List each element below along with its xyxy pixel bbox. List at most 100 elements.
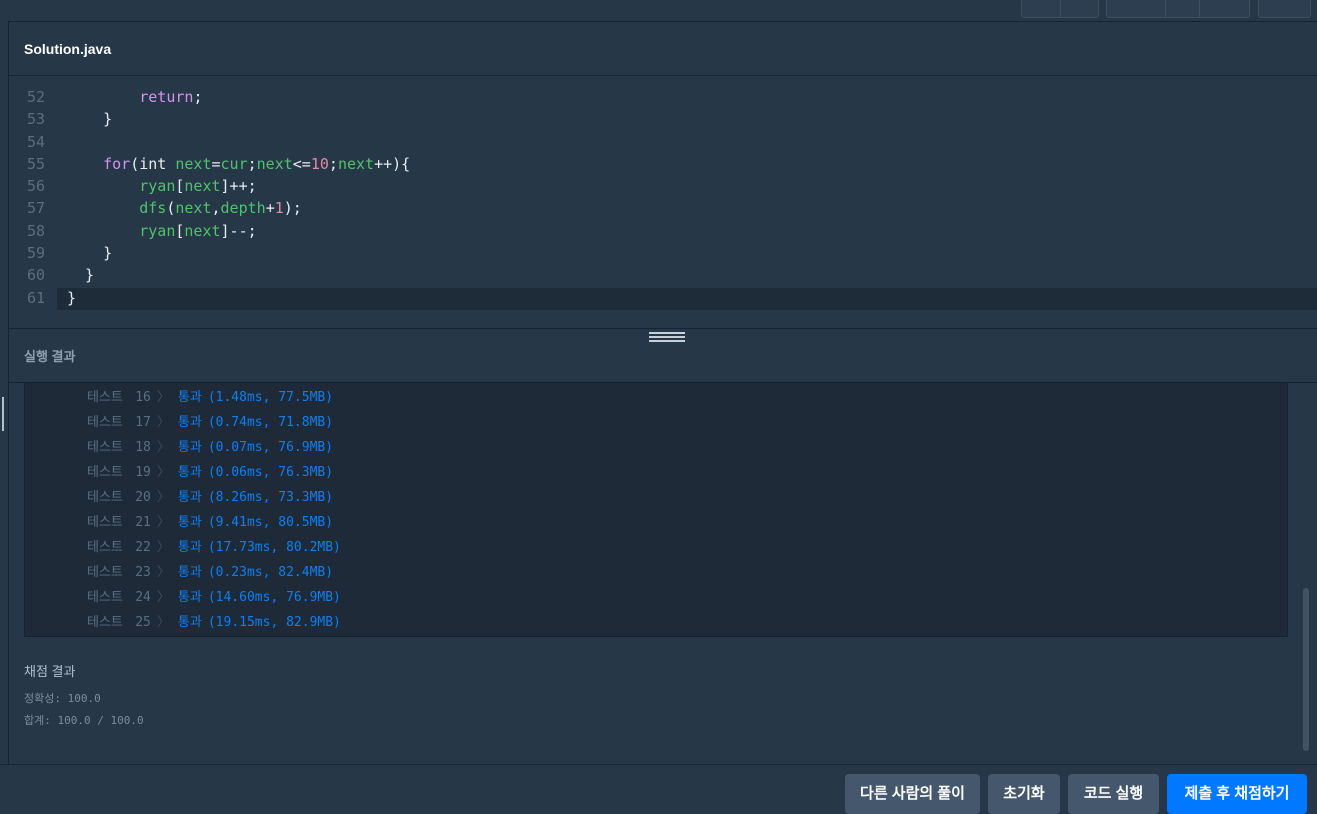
submit-button[interactable]: 제출 후 채점하기 [1167, 774, 1307, 814]
test-number: 25 [135, 615, 151, 630]
code-line[interactable]: 58 ryan[next]--; [9, 220, 257, 242]
chevron-right-icon: 〉 [156, 415, 170, 430]
run-code-button[interactable]: 코드 실행 [1068, 774, 1159, 814]
code-line[interactable]: 57 dfs(next,depth+1); [9, 197, 302, 219]
code-text[interactable]: } [67, 108, 112, 130]
grading-accuracy: 정확성: 100.0 [24, 692, 101, 705]
resize-grip-icon[interactable] [649, 332, 685, 342]
code-line[interactable]: 59 } [9, 242, 112, 264]
line-number: 55 [26, 154, 45, 173]
test-result-row: 테스트 21 〉 통과 (9.41ms, 80.5MB) [87, 510, 333, 535]
code-text[interactable]: dfs(next,depth+1); [67, 197, 302, 219]
test-detail: (0.06ms, 76.3MB) [207, 465, 334, 480]
test-label: 테스트 [87, 440, 123, 455]
test-detail: (8.26ms, 73.3MB) [207, 490, 334, 505]
test-detail: (0.07ms, 76.9MB) [207, 440, 334, 455]
line-number: 60 [26, 266, 45, 285]
test-label: 테스트 [87, 615, 123, 630]
test-result-row: 테스트 23 〉 통과 (0.23ms, 82.4MB) [87, 560, 333, 585]
code-line[interactable]: 55 for(int next=cur;next<=10;next++){ [9, 153, 410, 175]
line-number: 57 [26, 199, 45, 218]
result-title: 실행 결과 [24, 349, 76, 364]
test-status: 통과 [177, 415, 202, 430]
file-name-tab[interactable]: Solution.java [24, 41, 111, 57]
code-line[interactable]: 60 } [9, 264, 94, 286]
line-number: 61 [26, 288, 45, 307]
file-header: Solution.java [9, 22, 1317, 76]
test-number: 19 [135, 465, 151, 480]
top-toolbar [0, 0, 1317, 22]
test-result-row: 테스트 20 〉 통과 (8.26ms, 73.3MB) [87, 485, 333, 510]
result-panel: 테스트 16 〉 통과 (1.48ms, 77.5MB) 테스트 17 〉 통과 (0.74ms,… [9, 383, 1317, 764]
code-text[interactable]: } [67, 242, 112, 264]
test-number: 20 [135, 490, 151, 505]
test-label: 테스트 [87, 415, 123, 430]
line-number: 53 [26, 110, 45, 129]
code-text[interactable]: } [67, 287, 76, 309]
code-text[interactable]: for(int next=cur;next<=10;next++){ [67, 153, 410, 175]
test-number: 23 [135, 565, 151, 580]
code-line[interactable]: 56 ryan[next]++; [9, 175, 257, 197]
line-number: 54 [26, 132, 45, 151]
chevron-right-icon: 〉 [156, 440, 170, 455]
test-detail: (1.48ms, 77.5MB) [207, 390, 334, 405]
code-line[interactable]: 53 } [9, 108, 112, 130]
test-number: 17 [135, 415, 151, 430]
toolbar-option-group[interactable] [1106, 0, 1250, 18]
bottom-action-bar: 다른 사람의 풀이 초기화 코드 실행 제출 후 채점하기 [0, 764, 1317, 814]
code-editor[interactable]: 52 return; 53 } 54 55 for(int next=cur;next… [9, 76, 1317, 328]
test-result-row: 테스트 17 〉 통과 (0.74ms, 71.8MB) [87, 410, 333, 435]
test-status: 통과 [177, 540, 202, 555]
chevron-right-icon: 〉 [156, 515, 170, 530]
test-result-row: 테스트 16 〉 통과 (1.48ms, 77.5MB) [87, 385, 333, 410]
chevron-right-icon: 〉 [156, 540, 170, 555]
test-label: 테스트 [87, 515, 123, 530]
panel-resize-handle[interactable] [2, 397, 4, 431]
chevron-right-icon: 〉 [156, 490, 170, 505]
toolbar-settings-button[interactable] [1258, 0, 1311, 18]
test-result-row: 테스트 18 〉 통과 (0.07ms, 76.9MB) [87, 435, 333, 460]
reset-button[interactable]: 초기화 [988, 774, 1060, 814]
test-status: 통과 [177, 615, 202, 630]
code-text[interactable]: } [67, 264, 94, 286]
test-status: 통과 [177, 590, 202, 605]
code-text[interactable]: return; [67, 86, 202, 108]
chevron-right-icon: 〉 [156, 615, 170, 630]
others-solution-button[interactable]: 다른 사람의 풀이 [845, 774, 980, 814]
test-number: 16 [135, 390, 151, 405]
result-scrollbar[interactable] [1303, 588, 1309, 751]
line-number: 59 [26, 244, 45, 263]
test-status: 통과 [177, 565, 202, 580]
chevron-right-icon: 〉 [156, 565, 170, 580]
grading-title: 채점 결과 [24, 664, 76, 679]
toolbar-toggle-group[interactable] [1021, 0, 1099, 18]
code-line[interactable]: 52 return; [9, 86, 203, 108]
test-results-box: 테스트 16 〉 통과 (1.48ms, 77.5MB) 테스트 17 〉 통과 (0.74ms,… [24, 383, 1288, 637]
test-detail: (0.74ms, 71.8MB) [207, 415, 334, 430]
code-text[interactable]: ryan[next]++; [67, 175, 256, 197]
line-number: 58 [26, 221, 45, 240]
test-number: 21 [135, 515, 151, 530]
test-number: 22 [135, 540, 151, 555]
test-status: 통과 [177, 465, 202, 480]
test-number: 18 [135, 440, 151, 455]
test-label: 테스트 [87, 565, 123, 580]
chevron-right-icon: 〉 [156, 390, 170, 405]
line-number: 52 [26, 88, 45, 106]
code-line[interactable]: 54 [9, 131, 45, 153]
test-result-row: 테스트 24 〉 통과 (14.60ms, 76.9MB) [87, 585, 341, 610]
test-status: 통과 [177, 440, 202, 455]
chevron-right-icon: 〉 [156, 590, 170, 605]
test-result-row: 테스트 19 〉 통과 (0.06ms, 76.3MB) [87, 460, 333, 485]
test-result-row: 테스트 22 〉 통과 (17.73ms, 80.2MB) [87, 535, 341, 560]
test-detail: (0.23ms, 82.4MB) [207, 565, 334, 580]
code-line[interactable]: 61} [9, 287, 76, 309]
test-detail: (9.41ms, 80.5MB) [207, 515, 334, 530]
test-number: 24 [135, 590, 151, 605]
left-gutter [0, 21, 9, 764]
code-lines[interactable]: 52 return; 53 } 54 55 for(int next=cur;next… [9, 86, 410, 309]
test-detail: (19.15ms, 82.9MB) [207, 615, 341, 630]
grading-total: 합계: 100.0 / 100.0 [24, 714, 144, 727]
code-text[interactable]: ryan[next]--; [67, 220, 256, 242]
test-label: 테스트 [87, 590, 123, 605]
